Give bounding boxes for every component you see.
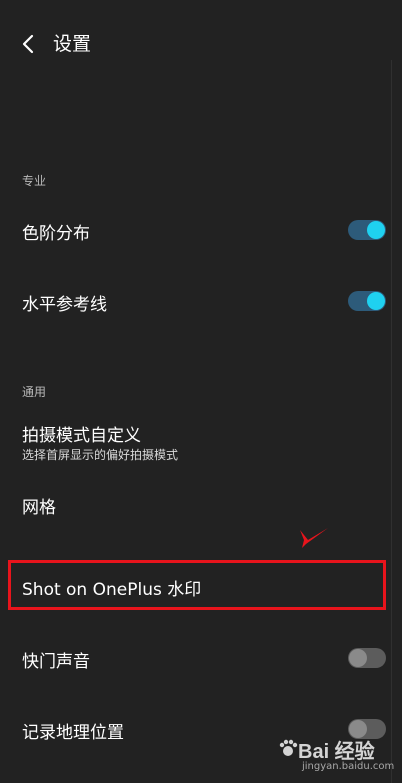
chevron-left-icon [22,34,34,54]
row-label-levels: 色阶分布 [22,224,90,244]
header-bar: 设置 [0,0,402,90]
watermark-url: jingyan.baidu.com [302,761,395,772]
watermark-logo: Bai 经验 [298,741,375,763]
section-header-pro: 专业 [22,174,47,188]
section-header-general: 通用 [22,385,47,399]
horizon-toggle[interactable] [348,291,386,311]
toggle-knob [367,221,385,239]
row-label-watermark: Shot on OnePlus 水印 [22,580,202,600]
row-label-grid: 网格 [22,498,56,518]
row-label-location: 记录地理位置 [22,723,124,743]
back-button[interactable] [18,33,40,55]
paw-icon [279,739,298,756]
toggle-knob [367,292,385,310]
row-label-shutter-sound: 快门声音 [22,652,90,672]
page-title: 设置 [53,33,92,55]
shutter-sound-toggle[interactable] [348,648,386,668]
levels-toggle[interactable] [348,220,386,240]
site-watermark: Bai 经验 jingyan.baidu.com [276,735,396,779]
row-label-custom-mode: 拍摄模式自定义 [22,426,141,446]
toggle-knob [349,649,367,667]
row-label-horizon: 水平参考线 [22,295,107,315]
settings-screen: 设置 专业 色阶分布 水平参考线 通用 拍摄模式自定义 选择首屏显示的偏好拍摄模… [0,0,402,783]
row-sublabel-custom-mode: 选择首屏显示的偏好拍摄模式 [22,448,179,462]
row-grid[interactable] [0,480,402,530]
